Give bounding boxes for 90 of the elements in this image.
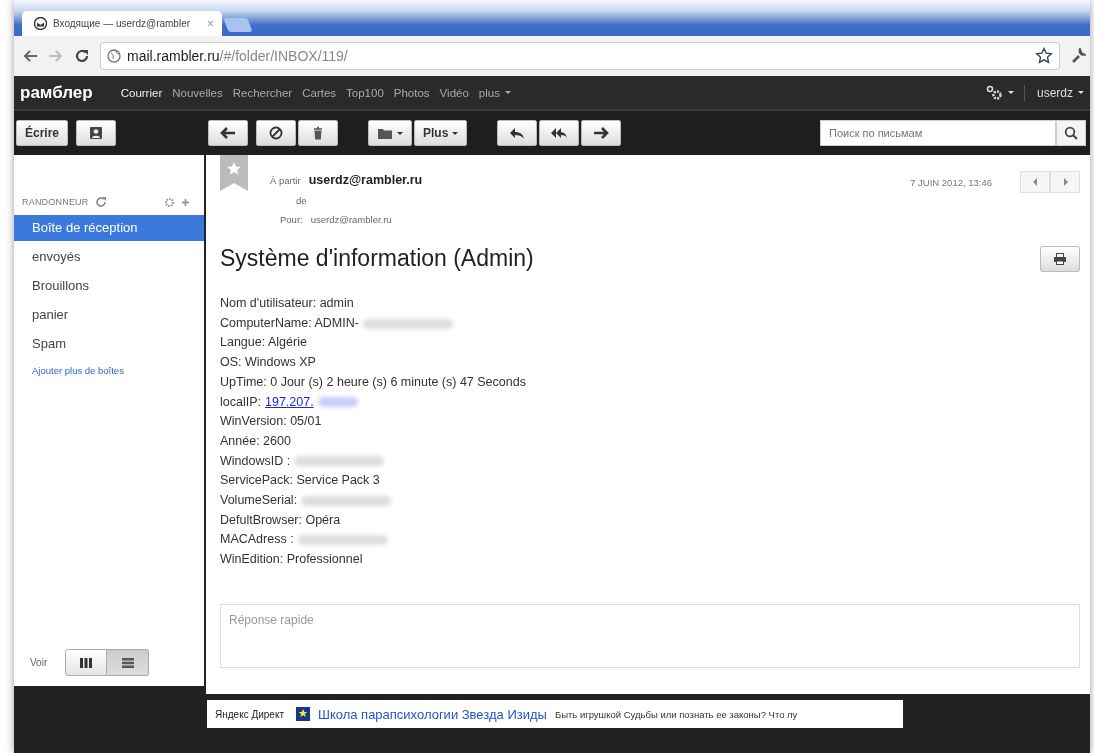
forward-button[interactable] [581,120,622,146]
envelope-icon [34,17,47,30]
body-line: MACAdress : [220,531,294,549]
view-label: Voir [30,657,48,668]
back-button[interactable] [208,120,248,146]
printer-icon [1053,252,1067,265]
block-icon [268,126,284,140]
settings-button[interactable] [985,84,1025,101]
caret-icon [452,131,459,135]
arrow-right-icon [593,126,610,140]
ad-source: Яндекс Директ [215,708,284,720]
from-suffix: de [296,195,308,206]
wrench-icon[interactable] [1070,48,1086,64]
body-line: Nom d'utilisateur: admin [220,295,354,312]
nav-link[interactable]: Photos [393,86,430,99]
body-line: UpTime: 0 Jour (s) 2 heure (s) 6 minute (s) 47 Seconds [220,373,526,391]
body-line: WinVersion: 05/01 [220,413,322,431]
more-button[interactable]: Plus [414,120,468,146]
ad-link[interactable]: Школа парапсихологии Звезда Изиды [317,706,547,722]
new-tab-button[interactable] [223,18,253,32]
refresh-icon[interactable] [94,196,107,208]
compose-button[interactable]: Écrire [16,120,69,146]
body-line: localIP: [220,393,261,411]
move-button[interactable] [368,120,412,146]
body-line: Langue: Algérie [220,334,307,352]
nav-link[interactable]: Rechercher [232,86,293,99]
caret-icon [1078,91,1084,94]
folder-item[interactable]: Brouillons [14,273,204,299]
settings-icon[interactable] [164,196,175,208]
body-line: VolumeSerial: [220,492,298,510]
reply-icon [509,126,526,140]
from-label: À partir [270,175,301,186]
star-icon [1035,47,1053,65]
add-folders-link[interactable]: Ajouter plus de boîtes [14,357,204,376]
nav-link[interactable]: Vidéo [439,86,469,99]
body-line: WindowsID : [220,452,291,470]
contacts-button[interactable] [76,120,117,146]
body-line: ComputerName: ADMIN- [220,314,359,332]
ad-image-icon [295,707,310,721]
chevron-right-icon [1062,178,1068,186]
caret-icon [1007,91,1014,94]
nav-link[interactable]: Cartes [302,86,337,99]
nav-link[interactable]: Top100 [346,86,384,99]
search-field[interactable]: Поиск по письмам [820,120,1056,146]
folder-icon [377,126,393,140]
reply-all-button[interactable] [539,120,580,146]
print-button[interactable] [1040,245,1080,272]
sender-address[interactable]: userdz@rambler.ru [308,173,423,187]
body-line: DefultBrowser: Opéra [220,511,341,529]
reply-button[interactable] [497,120,538,146]
account-name: RANDONNEUR [22,197,89,207]
folder-item[interactable]: Spam [14,331,204,357]
contact-card-icon [89,126,104,140]
back-icon[interactable] [22,49,38,63]
search-button[interactable] [1056,120,1086,146]
reload-icon[interactable] [74,48,90,64]
chevron-left-icon [1032,178,1038,186]
folder-item[interactable]: envoyés [14,244,204,270]
arrow-left-icon [220,126,236,140]
block-button[interactable] [256,120,296,146]
body-line: Année: 2600 [220,432,291,450]
delete-button[interactable] [298,120,338,146]
caret-icon [397,131,403,135]
to-label: Pour: [280,214,303,225]
nav-link[interactable]: Nouvelles [172,86,223,99]
recipient-address: userdz@rambler.ru [310,214,392,225]
quick-reply-field[interactable]: Réponse rapide [220,603,1080,668]
reply-all-icon [551,126,568,140]
brand-logo[interactable]: рамблер [20,82,93,103]
nav-link[interactable]: Courrier [120,86,163,99]
search-icon [1064,126,1078,140]
ad-text: Быть игрушкой Судьбы или познать ее законы? Что лу [554,708,798,720]
plus-icon[interactable] [181,197,190,207]
list-icon [120,656,135,669]
view-toggle[interactable] [65,649,108,676]
body-line: WinEdition: Professionnel [220,551,363,569]
address-field[interactable]: mail.rambler.ru/#/folder/INBOX/119/ [100,42,1060,70]
view-toggle[interactable] [107,649,150,676]
body-line: ServicePack: Service Pack 3 [220,472,380,490]
nav-link[interactable]: plus [478,86,511,99]
folder-item[interactable]: panier [14,302,204,328]
settings-icon [985,84,1004,101]
columns-icon [79,656,94,669]
user-menu[interactable]: userdz [1024,85,1084,100]
body-line: OS: Windows XP [220,354,316,372]
message-subject: Système d'information (Admin) [220,245,534,272]
ip-link[interactable]: 197.207. [265,392,314,413]
message-date: 7 JUIN 2012, 13:46 [910,176,992,188]
browser-tab[interactable]: Входящие — userdz@rambler × [22,11,222,36]
folder-item[interactable]: Boîte de réception [14,215,204,241]
